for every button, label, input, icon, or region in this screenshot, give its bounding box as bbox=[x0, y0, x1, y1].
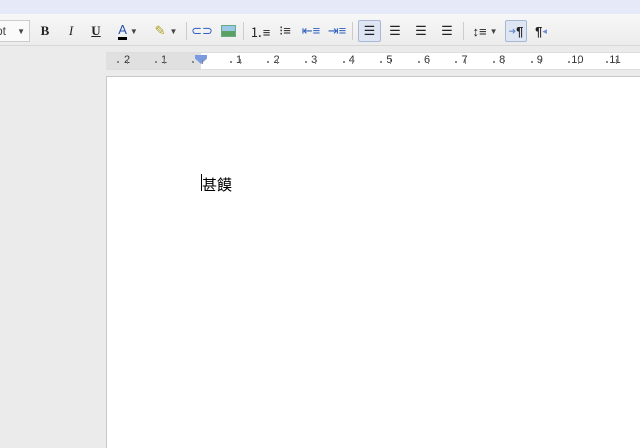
ruler-tick bbox=[540, 59, 542, 64]
ruler-tick bbox=[164, 59, 166, 64]
image-icon bbox=[220, 25, 236, 37]
ruler-tick bbox=[605, 61, 608, 63]
insert-link-button[interactable]: ⊂⊃ bbox=[191, 20, 213, 42]
insert-image-button[interactable] bbox=[218, 20, 238, 42]
ruler-tick bbox=[390, 59, 391, 64]
decrease-indent-button[interactable]: ⇤≡ bbox=[301, 20, 321, 42]
ruler-tick bbox=[192, 61, 195, 63]
ruler-tick bbox=[502, 59, 504, 64]
paragraph-icon: ¶ bbox=[516, 23, 524, 39]
ruler-tick bbox=[229, 61, 232, 63]
ruler-tick bbox=[530, 61, 533, 63]
align-left-icon: ☰ bbox=[363, 23, 376, 38]
text-color-icon: A bbox=[118, 22, 127, 40]
ruler-tick bbox=[493, 61, 495, 63]
ruler-tick bbox=[380, 61, 383, 63]
ruler-tick bbox=[202, 59, 203, 64]
highlight-color-button[interactable]: ✎ ▼ bbox=[150, 20, 182, 42]
chevron-down-icon: ▼ bbox=[129, 26, 138, 36]
numbered-list-icon: ⒈≡ bbox=[249, 24, 271, 40]
ruler-tick bbox=[352, 59, 354, 64]
justify-icon: ☰ bbox=[441, 23, 453, 38]
ruler-tick bbox=[465, 59, 467, 64]
chevron-down-icon: ▼ bbox=[169, 26, 178, 36]
right-to-left-button[interactable]: ¶ ◂ bbox=[530, 20, 552, 42]
ruler-tick bbox=[305, 61, 307, 63]
title-bar bbox=[0, 0, 640, 14]
document-text[interactable]: 甚饃 bbox=[202, 174, 232, 195]
line-spacing-icon: ↕≡ bbox=[472, 23, 487, 39]
line-spacing-button[interactable]: ↕≡ ▼ bbox=[469, 20, 501, 42]
separator bbox=[463, 22, 464, 40]
ruler-tick bbox=[154, 61, 157, 63]
arrow-left-icon: ◂ bbox=[542, 25, 547, 36]
increase-indent-icon: ⇥≡ bbox=[327, 23, 347, 38]
separator bbox=[352, 22, 353, 40]
ruler-tick bbox=[615, 59, 617, 64]
ruler-tick bbox=[417, 61, 420, 63]
align-right-icon: ☰ bbox=[415, 23, 427, 38]
justify-button[interactable]: ☰ bbox=[437, 20, 457, 42]
bulleted-list-icon: ⁝≡ bbox=[279, 23, 291, 38]
document-page[interactable]: 甚饃 bbox=[106, 76, 640, 448]
increase-indent-button[interactable]: ⇥≡ bbox=[327, 20, 347, 42]
italic-button[interactable]: I bbox=[62, 20, 80, 42]
toolbar: pt▼ B I U A▼ ✎▼ ⊂⊃ ⒈≡ ⁝≡ ⇤≡ ⇥≡ ☰ ☰ ☰ ☰ ↕… bbox=[0, 14, 640, 46]
font-size-value: pt bbox=[0, 24, 7, 38]
ruler[interactable]: 2 1 1234567891011 bbox=[106, 52, 640, 70]
bulleted-list-button[interactable]: ⁝≡ bbox=[275, 20, 295, 42]
numbered-list-button[interactable]: ⒈≡ bbox=[249, 20, 271, 42]
text-color-button[interactable]: A ▼ bbox=[112, 20, 144, 42]
decrease-indent-icon: ⇤≡ bbox=[301, 23, 321, 38]
align-left-button[interactable]: ☰ bbox=[358, 20, 381, 42]
arrow-right-icon: ➜ bbox=[508, 25, 517, 36]
ruler-tick bbox=[568, 61, 571, 63]
ruler-tick bbox=[342, 61, 345, 63]
underline-button[interactable]: U bbox=[87, 20, 105, 42]
font-size-dropdown[interactable]: pt ▼ bbox=[0, 20, 30, 42]
separator bbox=[186, 22, 187, 40]
left-to-right-button[interactable]: ➜ ¶ bbox=[505, 20, 527, 42]
ruler-tick bbox=[267, 61, 270, 63]
ruler-tick bbox=[277, 59, 279, 64]
align-center-icon: ☰ bbox=[389, 23, 401, 38]
separator bbox=[243, 22, 244, 40]
align-right-button[interactable]: ☰ bbox=[411, 20, 431, 42]
ruler-tick bbox=[314, 59, 316, 64]
ruler-tick bbox=[427, 59, 429, 64]
chevron-down-icon: ▼ bbox=[489, 26, 498, 36]
ruler-tick bbox=[126, 59, 128, 64]
bold-button[interactable]: B bbox=[36, 20, 54, 42]
ruler-tick bbox=[239, 59, 241, 64]
ruler-left-margin bbox=[106, 53, 201, 69]
ruler-tick bbox=[578, 59, 579, 64]
link-icon: ⊂⊃ bbox=[191, 23, 213, 38]
ruler-tick bbox=[117, 61, 119, 63]
align-center-button[interactable]: ☰ bbox=[385, 20, 405, 42]
chevron-down-icon: ▼ bbox=[17, 26, 25, 36]
ruler-tick bbox=[455, 61, 458, 63]
highlighter-icon: ✎ bbox=[154, 23, 166, 38]
paragraph-icon: ¶ bbox=[535, 23, 543, 39]
